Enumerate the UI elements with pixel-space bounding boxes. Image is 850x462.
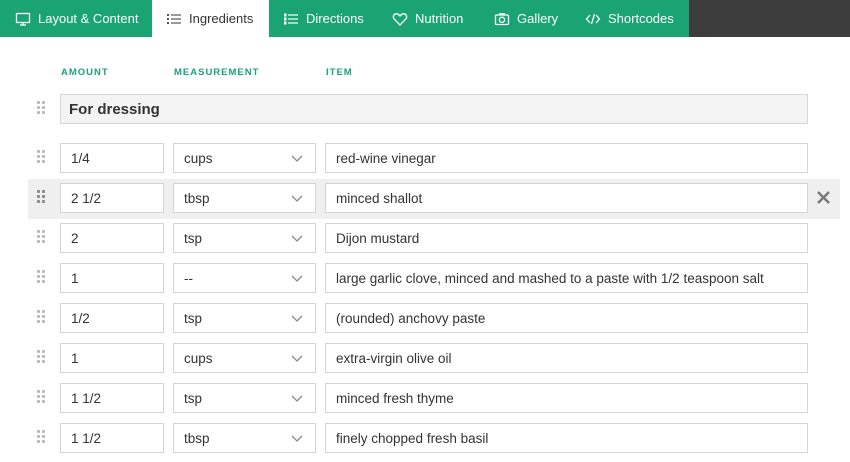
tab-nutrition[interactable]: Nutrition bbox=[378, 0, 480, 37]
measurement-value: cups bbox=[184, 350, 213, 366]
chevron-down-icon bbox=[291, 355, 303, 362]
measurement-value: tsp bbox=[184, 230, 203, 246]
drag-handle-icon[interactable] bbox=[37, 230, 49, 246]
measurement-select[interactable]: tbsp bbox=[173, 423, 316, 453]
drag-handle-icon[interactable] bbox=[37, 350, 49, 366]
amount-input[interactable]: 2 1/2 bbox=[60, 183, 164, 213]
item-input[interactable]: large garlic clove, minced and mashed to… bbox=[325, 263, 808, 293]
drag-handle-icon[interactable] bbox=[37, 270, 49, 286]
drag-handle-icon[interactable] bbox=[37, 310, 49, 326]
column-header-amount: AMOUNT bbox=[61, 67, 109, 78]
column-header-item: ITEM bbox=[326, 67, 353, 78]
measurement-select[interactable]: tsp bbox=[173, 223, 316, 253]
measurement-value: tbsp bbox=[184, 190, 210, 206]
amount-input[interactable]: 1 bbox=[60, 343, 164, 373]
item-input[interactable]: finely chopped fresh basil bbox=[325, 423, 808, 453]
chevron-down-icon bbox=[291, 275, 303, 282]
chevron-down-icon bbox=[291, 235, 303, 242]
item-input[interactable]: (rounded) anchovy paste bbox=[325, 303, 808, 333]
drag-handle-icon[interactable] bbox=[37, 101, 49, 117]
tab-label: Shortcodes bbox=[608, 11, 674, 26]
amount-input[interactable]: 1 1/2 bbox=[60, 423, 164, 453]
chevron-down-icon bbox=[291, 435, 303, 442]
list-icon bbox=[166, 11, 182, 27]
chevron-down-icon bbox=[291, 195, 303, 202]
numbered-list-icon bbox=[283, 11, 299, 27]
measurement-value: -- bbox=[184, 270, 193, 286]
drag-handle-icon[interactable] bbox=[37, 390, 49, 406]
amount-input[interactable]: 1 bbox=[60, 263, 164, 293]
item-input[interactable]: red-wine vinegar bbox=[325, 143, 808, 173]
amount-input[interactable]: 1/2 bbox=[60, 303, 164, 333]
monitor-icon bbox=[15, 11, 31, 27]
tab-bar: Layout & Content Ingredients Directions … bbox=[0, 0, 850, 37]
heart-icon bbox=[392, 11, 408, 27]
remove-row-icon[interactable] bbox=[816, 190, 831, 205]
item-input[interactable]: extra-virgin olive oil bbox=[325, 343, 808, 373]
tab-label: Gallery bbox=[517, 11, 559, 26]
tab-label: Layout & Content bbox=[38, 11, 139, 26]
chevron-down-icon bbox=[291, 315, 303, 322]
tab-label: Directions bbox=[306, 11, 364, 26]
measurement-value: tsp bbox=[184, 310, 203, 326]
amount-input[interactable]: 2 bbox=[60, 223, 164, 253]
group-title-field[interactable]: For dressing bbox=[60, 94, 808, 124]
camera-icon bbox=[494, 11, 510, 27]
amount-input[interactable]: 1 1/2 bbox=[60, 383, 164, 413]
tab-directions[interactable]: Directions bbox=[269, 0, 378, 37]
measurement-select[interactable]: cups bbox=[173, 343, 316, 373]
drag-handle-icon[interactable] bbox=[37, 150, 49, 166]
item-input[interactable]: minced shallot bbox=[325, 183, 808, 213]
tab-label: Nutrition bbox=[415, 11, 464, 26]
measurement-select[interactable]: tsp bbox=[173, 303, 316, 333]
column-header-measurement: MEASUREMENT bbox=[174, 67, 260, 78]
measurement-value: tsp bbox=[184, 390, 203, 406]
chevron-down-icon bbox=[291, 395, 303, 402]
drag-handle-icon[interactable] bbox=[37, 190, 49, 206]
drag-handle-icon[interactable] bbox=[37, 430, 49, 446]
measurement-select[interactable]: -- bbox=[173, 263, 316, 293]
item-input[interactable]: minced fresh thyme bbox=[325, 383, 808, 413]
tab-gallery[interactable]: Gallery bbox=[480, 0, 571, 37]
tab-ingredients[interactable]: Ingredients bbox=[152, 0, 269, 37]
tab-shortcodes[interactable]: Shortcodes bbox=[571, 0, 689, 37]
chevron-down-icon bbox=[291, 155, 303, 162]
tab-label: Ingredients bbox=[189, 11, 254, 26]
measurement-value: cups bbox=[184, 150, 213, 166]
measurement-select[interactable]: cups bbox=[173, 143, 316, 173]
tab-layout-content[interactable]: Layout & Content bbox=[0, 0, 152, 37]
measurement-select[interactable]: tbsp bbox=[173, 183, 316, 213]
item-input[interactable]: Dijon mustard bbox=[325, 223, 808, 253]
amount-input[interactable]: 1/4 bbox=[60, 143, 164, 173]
code-icon bbox=[585, 11, 601, 27]
measurement-select[interactable]: tsp bbox=[173, 383, 316, 413]
measurement-value: tbsp bbox=[184, 430, 210, 446]
